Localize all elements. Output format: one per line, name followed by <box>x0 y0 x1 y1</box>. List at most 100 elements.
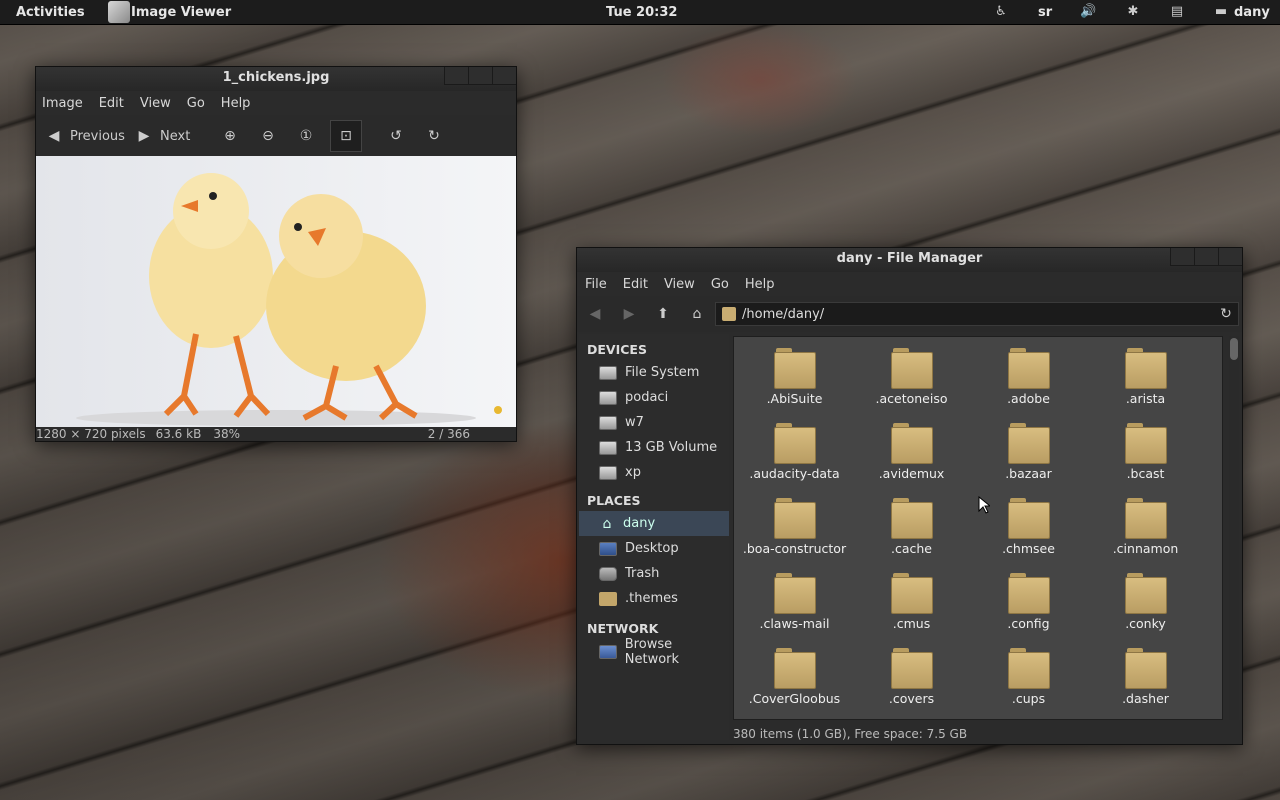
reload-icon[interactable]: ↻ <box>1218 306 1234 322</box>
user-menu[interactable]: dany <box>1234 5 1270 20</box>
folder-icon <box>1007 497 1050 539</box>
menu-edit[interactable]: Edit <box>623 277 648 292</box>
menu-view[interactable]: View <box>664 277 695 292</box>
desktop-icon <box>599 541 617 556</box>
list-item[interactable]: .audacity-data <box>736 412 853 487</box>
clipboard-icon[interactable]: ▤ <box>1170 5 1184 19</box>
menu-go[interactable]: Go <box>187 96 205 111</box>
list-item[interactable]: .cmus <box>853 562 970 637</box>
list-item[interactable]: .config <box>970 562 1087 637</box>
file-name: .cinnamon <box>1112 541 1179 556</box>
sidebar-item-desktop[interactable]: Desktop <box>579 536 729 561</box>
list-item[interactable]: .bazaar <box>970 412 1087 487</box>
menu-go[interactable]: Go <box>711 277 729 292</box>
sidebar-item-themes[interactable]: .themes <box>579 586 729 611</box>
bluetooth-icon[interactable]: ✱ <box>1126 5 1140 19</box>
zoom-out-icon[interactable]: ⊖ <box>260 128 276 144</box>
sidebar-item-podaci[interactable]: podaci <box>579 385 729 410</box>
maximize-button[interactable] <box>1194 248 1218 266</box>
back-icon[interactable]: ◀ <box>587 306 603 322</box>
image-canvas[interactable] <box>36 156 516 427</box>
sidebar-item-label: dany <box>623 516 656 531</box>
file-name: .claws-mail <box>759 616 830 631</box>
menu-edit[interactable]: Edit <box>99 96 124 111</box>
accessibility-icon[interactable]: ♿ <box>994 5 1008 19</box>
app-icon[interactable] <box>108 1 130 23</box>
folder-icon <box>773 422 816 464</box>
list-item[interactable]: .claws-mail <box>736 562 853 637</box>
sidebar-item-xp[interactable]: xp <box>579 460 729 485</box>
menu-view[interactable]: View <box>140 96 171 111</box>
drive-icon <box>599 440 617 455</box>
sidebar-item-label: w7 <box>625 415 644 430</box>
scrollbar[interactable] <box>1229 336 1239 720</box>
menu-help[interactable]: Help <box>745 277 775 292</box>
fm-toolbar: ◀ ▶ ⬆ ⌂ /home/dany/ ↻ <box>577 296 1242 332</box>
list-item[interactable]: .acetoneiso <box>853 337 970 412</box>
sidebar-item-dany[interactable]: ⌂ dany <box>579 511 729 536</box>
rotate-left-icon[interactable]: ↺ <box>388 128 404 144</box>
list-item[interactable]: .bcast <box>1087 412 1204 487</box>
list-item[interactable]: .cinnamon <box>1087 487 1204 562</box>
up-icon[interactable]: ⬆ <box>655 306 671 322</box>
list-item[interactable]: .dasher <box>1087 637 1204 712</box>
list-item[interactable]: .boa-constructor <box>736 487 853 562</box>
list-item[interactable]: .cups <box>970 637 1087 712</box>
list-item[interactable]: .covers <box>853 637 970 712</box>
sidebar-item-browse-network[interactable]: Browse Network <box>579 637 729 667</box>
volume-icon[interactable]: 🔊 <box>1080 5 1096 19</box>
list-item[interactable]: .CoverGloobus <box>736 637 853 712</box>
app-menu[interactable]: Image Viewer <box>131 5 231 20</box>
fit-button[interactable]: ⊡ <box>330 120 362 152</box>
maximize-button[interactable] <box>468 67 492 85</box>
list-item[interactable]: .conky <box>1087 562 1204 637</box>
fm-title: dany - File Manager <box>836 251 983 266</box>
menu-file[interactable]: File <box>585 277 607 292</box>
image-size: 63.6 kB <box>155 427 202 441</box>
fm-titlebar[interactable]: dany - File Manager <box>577 248 1242 272</box>
next-button[interactable]: ▶ Next <box>136 128 216 144</box>
list-item[interactable]: .avidemux <box>853 412 970 487</box>
viewer-titlebar[interactable]: 1_chickens.jpg <box>36 67 516 91</box>
file-name: .arista <box>1125 391 1166 406</box>
home-icon[interactable]: ⌂ <box>689 306 705 322</box>
sidebar-item-file-system[interactable]: File System <box>579 360 729 385</box>
location-bar[interactable]: /home/dany/ ↻ <box>715 302 1239 326</box>
menu-image[interactable]: Image <box>42 96 83 111</box>
scrollbar-thumb[interactable] <box>1230 338 1238 360</box>
zoom-in-icon[interactable]: ⊕ <box>222 128 238 144</box>
zoom-normal-icon[interactable]: ① <box>298 128 314 144</box>
list-item[interactable]: .cache <box>853 487 970 562</box>
file-grid[interactable]: .AbiSuite .acetoneiso .adobe .arista .audaci… <box>733 336 1223 720</box>
minimize-button[interactable] <box>1170 248 1194 266</box>
keyboard-layout[interactable]: sr <box>1038 5 1052 20</box>
fm-sidebar: DEVICES File System podaci w7 13 GB Volu… <box>579 334 729 740</box>
forward-icon[interactable]: ▶ <box>621 306 637 322</box>
file-name: .chmsee <box>1002 541 1055 556</box>
list-item[interactable]: .arista <box>1087 337 1204 412</box>
chat-icon[interactable]: ▬ <box>1214 5 1228 19</box>
image-position: 2 / 366 <box>427 427 470 441</box>
drive-icon <box>599 415 617 430</box>
folder-icon <box>773 647 816 689</box>
list-item[interactable]: .adobe <box>970 337 1087 412</box>
file-manager-window: dany - File Manager File Edit View Go He… <box>576 247 1243 745</box>
close-button[interactable] <box>492 67 516 85</box>
minimize-button[interactable] <box>444 67 468 85</box>
sidebar-item-label: .themes <box>625 591 678 606</box>
clock[interactable]: Tue 20:32 <box>606 5 677 20</box>
sidebar-item-w7[interactable]: w7 <box>579 410 729 435</box>
activities-button[interactable]: Activities <box>16 5 85 20</box>
previous-button[interactable]: ◀ Previous <box>46 128 136 144</box>
path-text: /home/dany/ <box>742 306 825 322</box>
sidebar-item-trash[interactable]: Trash <box>579 561 729 586</box>
rotate-right-icon[interactable]: ↻ <box>426 128 442 144</box>
viewer-statusbar: 1280 × 720 pixels 63.6 kB 38% 2 / 366 <box>36 425 516 443</box>
image-viewer-window: 1_chickens.jpg Image Edit View Go Help ◀… <box>35 66 517 442</box>
list-item[interactable]: .AbiSuite <box>736 337 853 412</box>
mouse-cursor <box>978 496 990 514</box>
sidebar-item-13gb-volume[interactable]: 13 GB Volume <box>579 435 729 460</box>
close-button[interactable] <box>1218 248 1242 266</box>
menu-help[interactable]: Help <box>221 96 251 111</box>
home-icon: ⌂ <box>602 515 612 532</box>
